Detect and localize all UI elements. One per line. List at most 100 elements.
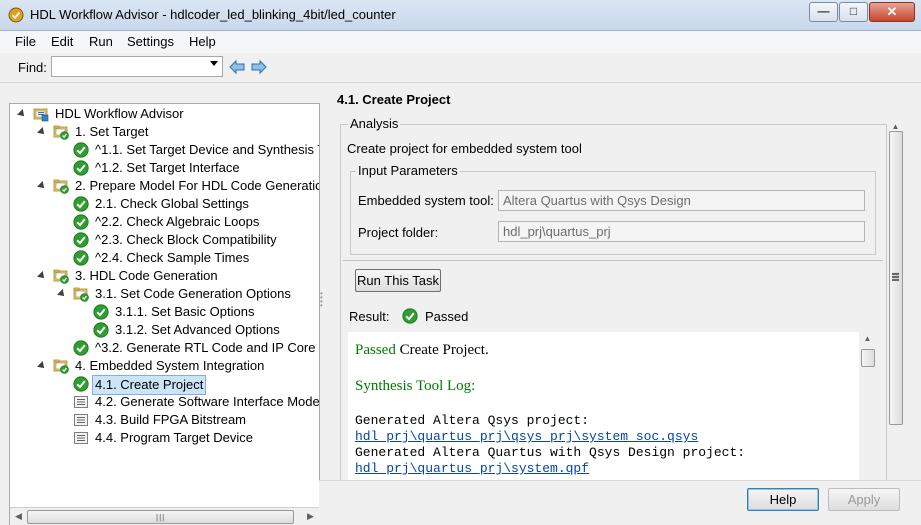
- tree-item[interactable]: 2. Prepare Model For HDL Code Generation: [10, 177, 319, 195]
- maximize-icon: □: [849, 4, 858, 18]
- tree-item-label: 3.1. Set Code Generation Options: [95, 286, 291, 301]
- tree-item[interactable]: 4.3. Build FPGA Bitstream: [10, 411, 319, 429]
- passed-icon: [73, 196, 89, 212]
- minimize-icon: —: [817, 4, 830, 18]
- find-input[interactable]: [51, 56, 223, 77]
- tree-item[interactable]: 3. HDL Code Generation: [10, 267, 319, 285]
- panel-splitter[interactable]: • • • •: [320, 290, 324, 310]
- tree-item[interactable]: 4. Embedded System Integration: [10, 357, 319, 375]
- tree-horizontal-scrollbar[interactable]: ◀ ||| ▶: [10, 507, 319, 525]
- tree-expander-icon[interactable]: [37, 271, 47, 281]
- scroll-up-icon[interactable]: ▲: [887, 122, 904, 131]
- tree-item-label: ^1.2. Set Target Interface: [95, 160, 240, 175]
- run-task-button[interactable]: Run This Task: [355, 269, 441, 292]
- tree-item-label: ^2.4. Check Sample Times: [95, 250, 250, 265]
- menu-settings[interactable]: Settings: [127, 34, 174, 49]
- passed-icon: [73, 214, 89, 230]
- menu-file[interactable]: File: [15, 34, 36, 49]
- tree-item-label: 2.1. Check Global Settings: [95, 196, 249, 211]
- tree-item[interactable]: 4.1. Create Project: [10, 375, 319, 395]
- passed-icon: [402, 308, 418, 324]
- panel-scrollbar[interactable]: ▲ ▬ ▬ ▬: [887, 120, 904, 480]
- find-next-icon[interactable]: [250, 59, 268, 75]
- passed-icon: [93, 322, 109, 338]
- result-value: Passed: [425, 309, 469, 324]
- log-line-quartus: Generated Altera Quartus with Qsys Desig…: [355, 445, 746, 460]
- result-log: Passed Create Project. Synthesis Tool Lo…: [348, 332, 859, 480]
- project-folder-label: Project folder:: [358, 225, 439, 240]
- scroll-grip-icon: |||: [156, 513, 166, 522]
- tree-item[interactable]: HDL Workflow Advisor: [10, 105, 319, 123]
- section-divider: [343, 260, 883, 261]
- scroll-up-icon[interactable]: ▲: [859, 334, 876, 343]
- scroll-right-icon[interactable]: ▶: [302, 508, 319, 525]
- tree-item[interactable]: 3.1. Set Code Generation Options: [10, 285, 319, 303]
- menu-bar: File Edit Run Settings Help: [0, 31, 921, 53]
- input-parameters-legend: Input Parameters: [356, 163, 460, 178]
- analysis-legend: Analysis: [348, 116, 401, 131]
- menu-run[interactable]: Run: [89, 34, 113, 49]
- tree-item[interactable]: 4.2. Generate Software Interface Model: [10, 393, 319, 411]
- tree-item[interactable]: ^2.4. Check Sample Times: [10, 249, 319, 267]
- passed-icon: [73, 376, 89, 392]
- result-label: Result:: [349, 309, 390, 324]
- passed-icon: [73, 340, 89, 356]
- log-scroll-thumb[interactable]: [861, 349, 875, 367]
- log-passed-line: Passed Create Project.: [355, 342, 489, 359]
- find-toolbar: Find:: [0, 53, 921, 83]
- task-title: 4.1. Create Project: [337, 92, 451, 107]
- log-synthesis-heading: Synthesis Tool Log:: [355, 378, 476, 394]
- close-button[interactable]: ✕: [869, 2, 915, 22]
- tree-item[interactable]: ^1.2. Set Target Interface: [10, 159, 319, 177]
- tree-item[interactable]: ^1.1. Set Target Device and Synthesis To…: [10, 141, 319, 159]
- log-passed-word: Passed: [355, 342, 396, 358]
- menu-edit[interactable]: Edit: [51, 34, 73, 49]
- tree-item-label: 3.1.1. Set Basic Options: [115, 304, 255, 319]
- maximize-button[interactable]: □: [839, 2, 868, 22]
- tree-expander-icon[interactable]: [37, 361, 47, 371]
- tree-item-label: 4. Embedded System Integration: [75, 358, 265, 373]
- tree-expander-icon[interactable]: [37, 127, 47, 137]
- panel-scroll-thumb[interactable]: ▬ ▬ ▬: [889, 131, 903, 425]
- project-folder-field[interactable]: hdl_prj\quartus_prj: [498, 221, 865, 242]
- tree-item[interactable]: 1. Set Target: [10, 123, 319, 141]
- passed-icon: [73, 232, 89, 248]
- tree-item-label: ^3.2. Generate RTL Code and IP Core: [95, 340, 316, 355]
- embedded-tool-field[interactable]: Altera Quartus with Qsys Design: [498, 190, 865, 211]
- log-scrollbar[interactable]: ▲: [859, 332, 876, 480]
- workflow-tree[interactable]: HDL Workflow Advisor 1. Set Target ^1.1. S…: [9, 103, 320, 525]
- apply-button[interactable]: Apply: [828, 488, 900, 511]
- tree-item[interactable]: 2.1. Check Global Settings: [10, 195, 319, 213]
- tree-item[interactable]: 4.4. Program Target Device: [10, 429, 319, 447]
- log-line-qsys: Generated Altera Qsys project:: [355, 413, 590, 428]
- close-icon: ✕: [886, 4, 898, 19]
- tree-scroll-thumb[interactable]: |||: [27, 510, 294, 524]
- task-not-run-icon: [73, 412, 89, 428]
- tree-item[interactable]: 3.1.2. Set Advanced Options: [10, 321, 319, 339]
- help-button[interactable]: Help: [747, 488, 819, 511]
- tree-expander-icon[interactable]: [57, 289, 67, 299]
- title-bar: HDL Workflow Advisor - hdlcoder_led_blin…: [0, 0, 921, 31]
- log-link-qpf[interactable]: hdl_prj\quartus_prj\system.qpf: [355, 461, 589, 476]
- folder-passed-icon: [53, 268, 69, 284]
- folder-advisor-icon: [33, 106, 49, 122]
- task-not-run-icon: [73, 430, 89, 446]
- find-previous-icon[interactable]: [228, 59, 246, 75]
- tree-item[interactable]: ^2.3. Check Block Compatibility: [10, 231, 319, 249]
- tree-item[interactable]: ^3.2. Generate RTL Code and IP Core: [10, 339, 319, 357]
- app-icon: [8, 7, 24, 23]
- tree-item-label: 2. Prepare Model For HDL Code Generation: [75, 178, 320, 193]
- tree-expander-icon[interactable]: [37, 181, 47, 191]
- find-dropdown-icon[interactable]: [210, 61, 218, 66]
- tree-item-label: 3. HDL Code Generation: [75, 268, 218, 283]
- tree-item[interactable]: ^2.2. Check Algebraic Loops: [10, 213, 319, 231]
- passed-icon: [73, 250, 89, 266]
- passed-icon: [73, 160, 89, 176]
- tree-expander-icon[interactable]: [17, 109, 27, 119]
- log-link-qsys[interactable]: hdl_prj\quartus_prj\qsys_prj\system_soc.…: [355, 429, 698, 444]
- task-not-run-icon: [73, 394, 89, 410]
- tree-item[interactable]: 3.1.1. Set Basic Options: [10, 303, 319, 321]
- menu-help[interactable]: Help: [189, 34, 216, 49]
- minimize-button[interactable]: —: [809, 2, 838, 22]
- scroll-left-icon[interactable]: ◀: [10, 508, 27, 525]
